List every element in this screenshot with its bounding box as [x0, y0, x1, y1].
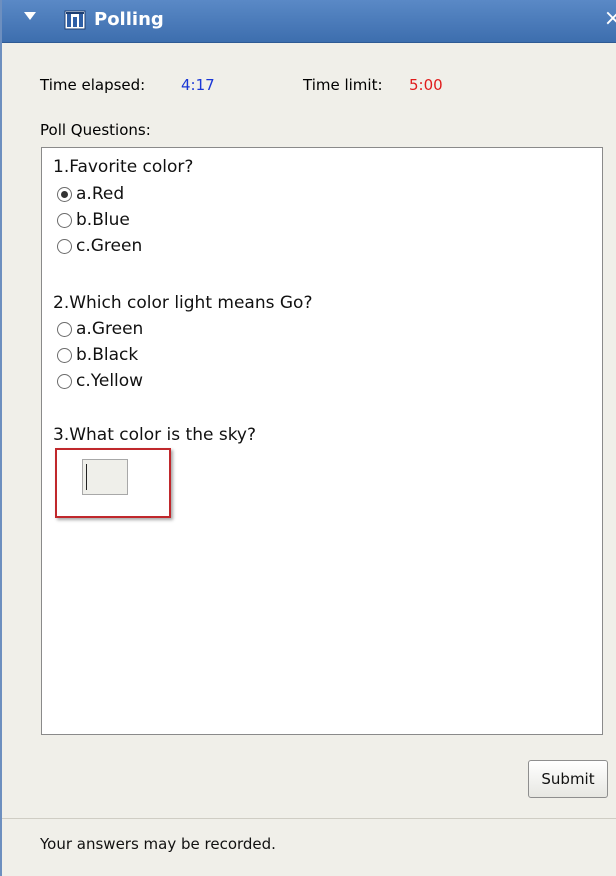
radio-button[interactable] — [57, 238, 72, 254]
poll-questions-panel: 1.Favorite color? a.Red b.Blue c.Green 2… — [41, 147, 603, 735]
time-elapsed-label: Time elapsed: — [40, 76, 146, 94]
submit-button[interactable]: Submit — [528, 760, 608, 798]
highlight-box — [55, 448, 171, 518]
option-2c[interactable]: c.Yellow — [57, 370, 143, 392]
time-elapsed-value: 4:17 — [181, 76, 215, 94]
option-label: b.Blue — [76, 210, 130, 230]
close-icon[interactable]: × — [604, 6, 616, 31]
question-3: 3.What color is the sky? — [53, 425, 257, 445]
option-2a[interactable]: a.Green — [57, 318, 143, 340]
option-label: c.Yellow — [76, 371, 144, 391]
option-1c[interactable]: c.Green — [57, 235, 142, 257]
radio-button[interactable] — [57, 212, 72, 228]
footer-notice: Your answers may be recorded. — [40, 835, 276, 853]
poll-questions-label: Poll Questions: — [40, 121, 151, 139]
option-label: b.Black — [76, 345, 139, 365]
question-1: 1.Favorite color? — [53, 157, 194, 177]
time-limit-value: 5:00 — [409, 76, 443, 94]
footer-divider — [2, 818, 616, 819]
radio-button[interactable] — [57, 321, 72, 337]
option-1a[interactable]: a.Red — [57, 183, 124, 205]
window-title: Polling — [94, 9, 164, 30]
radio-button[interactable] — [57, 373, 72, 389]
question-2: 2.Which color light means Go? — [53, 293, 313, 313]
option-1b[interactable]: b.Blue — [57, 209, 130, 231]
time-limit-label: Time limit: — [303, 76, 383, 94]
radio-button[interactable] — [57, 347, 72, 363]
option-label: c.Green — [76, 236, 143, 256]
option-label: a.Red — [76, 184, 125, 204]
option-label: a.Green — [76, 319, 144, 339]
polling-window: Polling × Time elapsed: 4:17 Time limit:… — [0, 0, 616, 876]
radio-button-selected[interactable] — [57, 186, 72, 202]
polling-app-icon — [64, 10, 86, 30]
collapse-chevron-icon[interactable] — [24, 12, 36, 20]
title-bar: Polling × — [2, 0, 616, 43]
option-2b[interactable]: b.Black — [57, 344, 138, 366]
